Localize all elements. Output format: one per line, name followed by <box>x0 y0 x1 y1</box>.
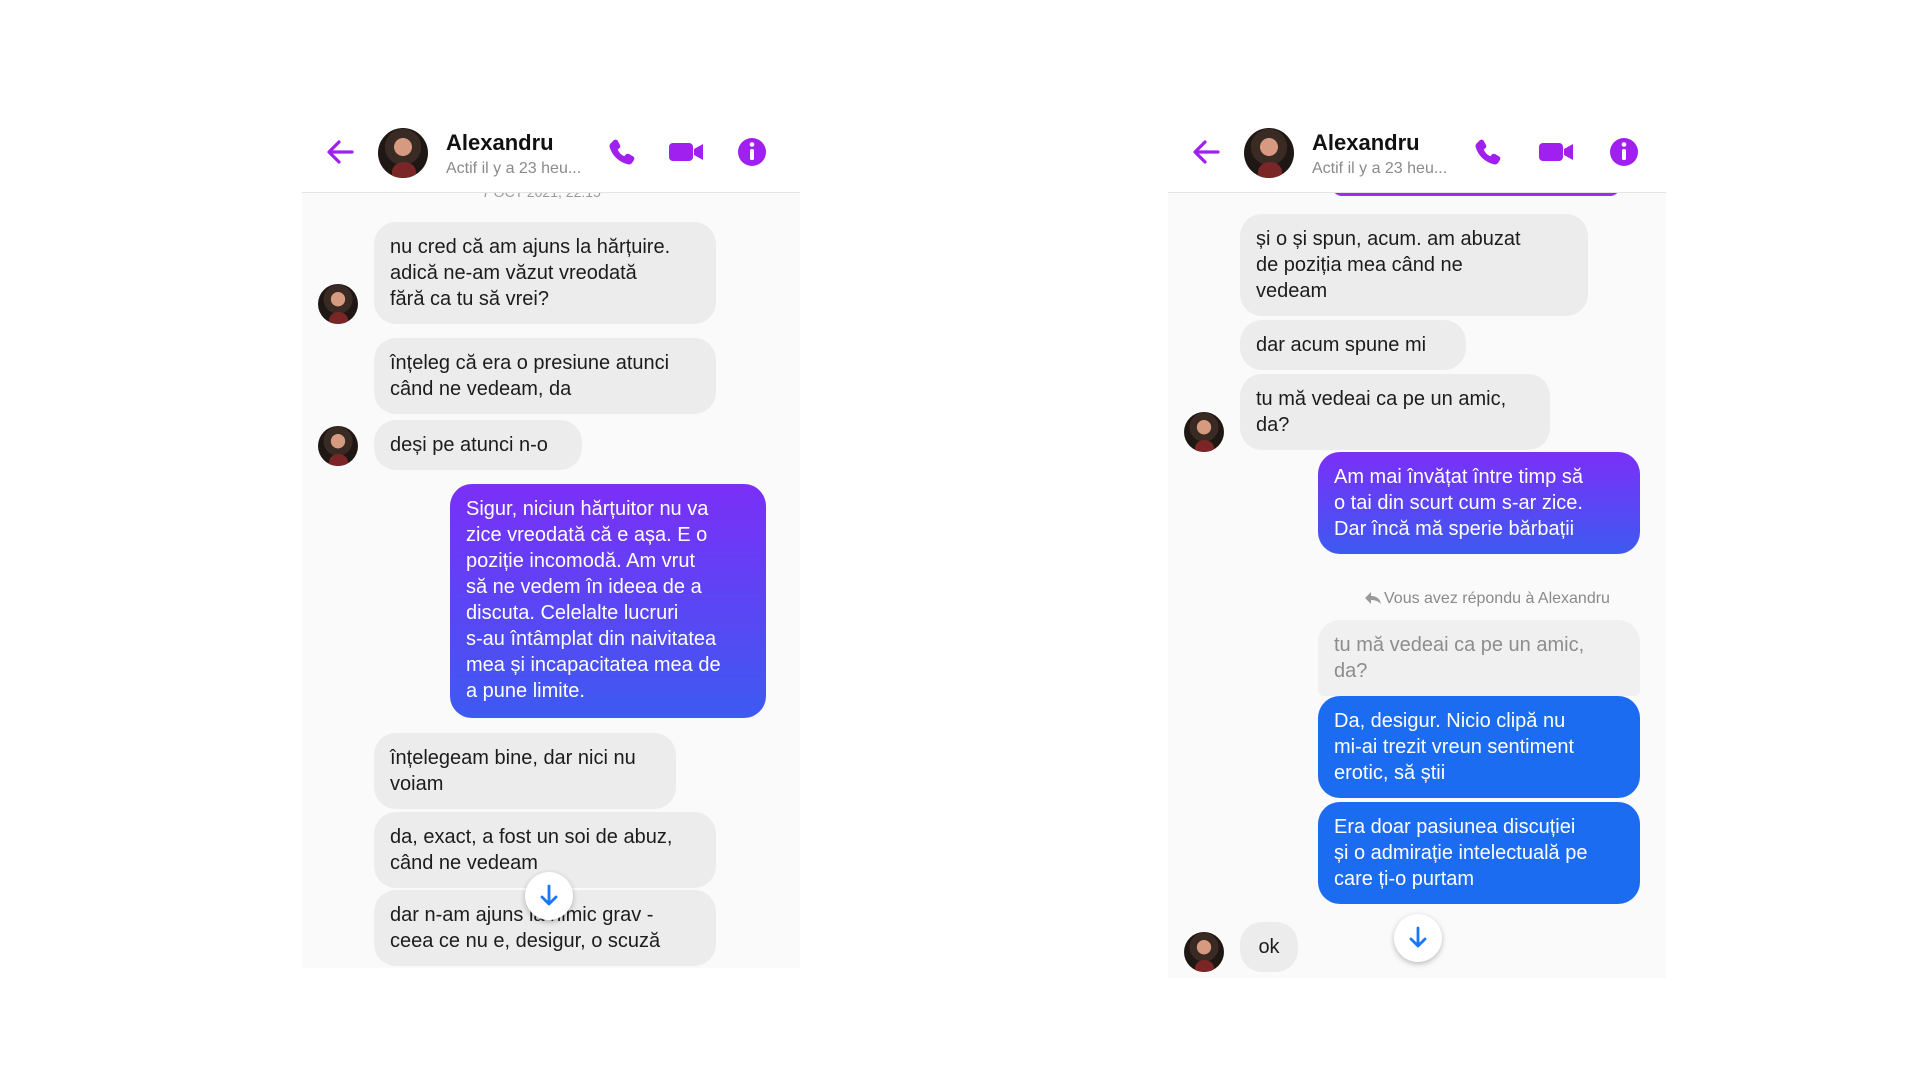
reply-label: Vous avez répondu à Alexandru <box>1384 590 1610 607</box>
phone-icon[interactable] <box>604 136 640 168</box>
reply-arrow-icon <box>1365 592 1381 604</box>
avatar[interactable] <box>1244 128 1294 178</box>
message-bubble-incoming[interactable]: deși pe atunci n-o <box>374 420 582 470</box>
sender-avatar[interactable] <box>1184 932 1224 972</box>
message-bubble-incoming[interactable]: tu mă vedeai ca pe un amic, da? <box>1240 374 1550 450</box>
chat-header: Alexandru Actif il y a 23 heu... <box>1168 110 1666 193</box>
message-bubble-outgoing[interactable]: Da, desigur. Nicio clipă nu mi-ai trezit… <box>1318 696 1640 798</box>
back-arrow-icon[interactable] <box>324 136 356 168</box>
back-arrow-icon[interactable] <box>1190 136 1222 168</box>
active-status: Actif il y a 23 heu... <box>446 160 582 177</box>
info-icon[interactable] <box>734 136 770 168</box>
message-bubble-incoming[interactable]: înțeleg că era o presiune atunci când ne… <box>374 338 716 414</box>
reply-indicator: Vous avez répondu à Alexandru <box>1364 590 1610 608</box>
message-bubble-incoming[interactable]: și o și spun, acum. am abuzat de poziția… <box>1240 214 1588 316</box>
active-status: Actif il y a 23 heu... <box>1312 160 1448 177</box>
scroll-to-bottom-button[interactable] <box>1394 914 1442 962</box>
message-bubble-outgoing[interactable]: Sigur, niciun hărțuitor nu va zice vreod… <box>450 484 766 718</box>
quoted-message[interactable]: tu mă vedeai ca pe un amic, da? <box>1318 620 1640 696</box>
phone-icon[interactable] <box>1470 136 1506 168</box>
message-bubble-incoming[interactable]: nu cred că am ajuns la hărțuire. adică n… <box>374 222 716 324</box>
video-camera-icon[interactable] <box>666 136 706 168</box>
message-list[interactable]: 7 OCT 2021, 22:15 nu cred că am ajuns la… <box>302 184 800 968</box>
video-camera-icon[interactable] <box>1536 136 1576 168</box>
sender-avatar[interactable] <box>1184 412 1224 452</box>
arrow-down-icon <box>1409 926 1427 948</box>
message-bubble-incoming[interactable]: dar acum spune mi <box>1240 320 1466 370</box>
sender-avatar[interactable] <box>318 284 358 324</box>
avatar[interactable] <box>378 128 428 178</box>
chat-header: Alexandru Actif il y a 23 heu... <box>302 110 800 193</box>
message-bubble-outgoing[interactable]: Am mai învățat între timp să o tai din s… <box>1318 452 1640 554</box>
sender-avatar[interactable] <box>318 426 358 466</box>
contact-name[interactable]: Alexandru <box>446 130 554 156</box>
message-bubble-incoming[interactable]: înțelegeam bine, dar nici nu voiam <box>374 733 676 809</box>
message-bubble-incoming[interactable]: ok <box>1240 922 1298 972</box>
chat-panel-left: Alexandru Actif il y a 23 heu... 7 OCT 2… <box>302 110 800 968</box>
message-bubble-outgoing[interactable]: Era doar pasiunea discuției și o admiraț… <box>1318 802 1640 904</box>
chat-panel-right: Alexandru Actif il y a 23 heu... și o și… <box>1168 110 1666 978</box>
arrow-down-icon <box>540 884 558 906</box>
message-list[interactable]: și o și spun, acum. am abuzat de poziția… <box>1168 186 1666 978</box>
scroll-to-bottom-button[interactable] <box>525 872 573 920</box>
info-icon[interactable] <box>1606 136 1642 168</box>
contact-name[interactable]: Alexandru <box>1312 130 1420 156</box>
